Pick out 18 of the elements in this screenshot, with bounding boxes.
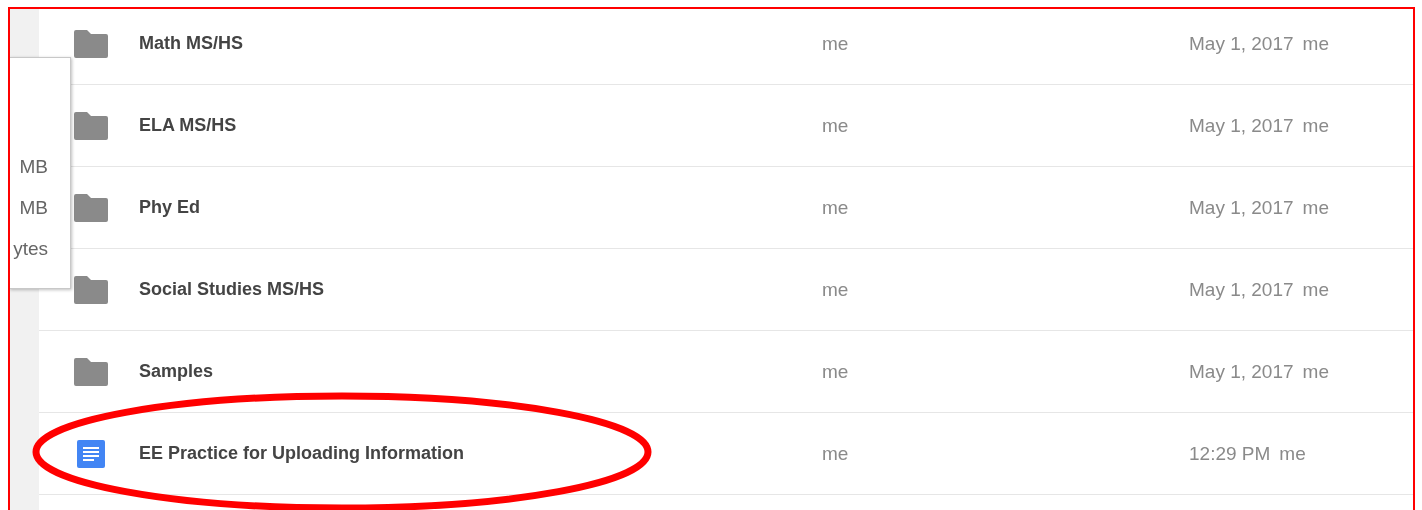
owner-text: me bbox=[822, 360, 850, 383]
modified-by-text: me bbox=[1302, 278, 1329, 301]
modified-date: May 1, 2017 bbox=[1189, 360, 1294, 383]
owner-text: me bbox=[822, 278, 850, 301]
owner-text: me bbox=[822, 32, 850, 55]
modified-by-text: me bbox=[1302, 114, 1329, 137]
modified-date: 12:29 PM bbox=[1189, 442, 1271, 465]
modified-date: May 1, 2017 bbox=[1189, 114, 1294, 137]
owner-text: me bbox=[822, 442, 850, 465]
modified-by-text: me bbox=[1279, 442, 1306, 465]
modified-date: May 1, 2017 bbox=[1189, 32, 1294, 55]
modified-by-text: me bbox=[1302, 196, 1329, 219]
modified-by-text: me bbox=[1302, 360, 1329, 383]
modified-date: May 1, 2017 bbox=[1189, 278, 1294, 301]
modified-date: May 1, 2017 bbox=[1189, 196, 1294, 219]
owner-text: me bbox=[822, 114, 850, 137]
modified-by-text: me bbox=[1302, 32, 1329, 55]
owner-text: me bbox=[822, 196, 850, 219]
